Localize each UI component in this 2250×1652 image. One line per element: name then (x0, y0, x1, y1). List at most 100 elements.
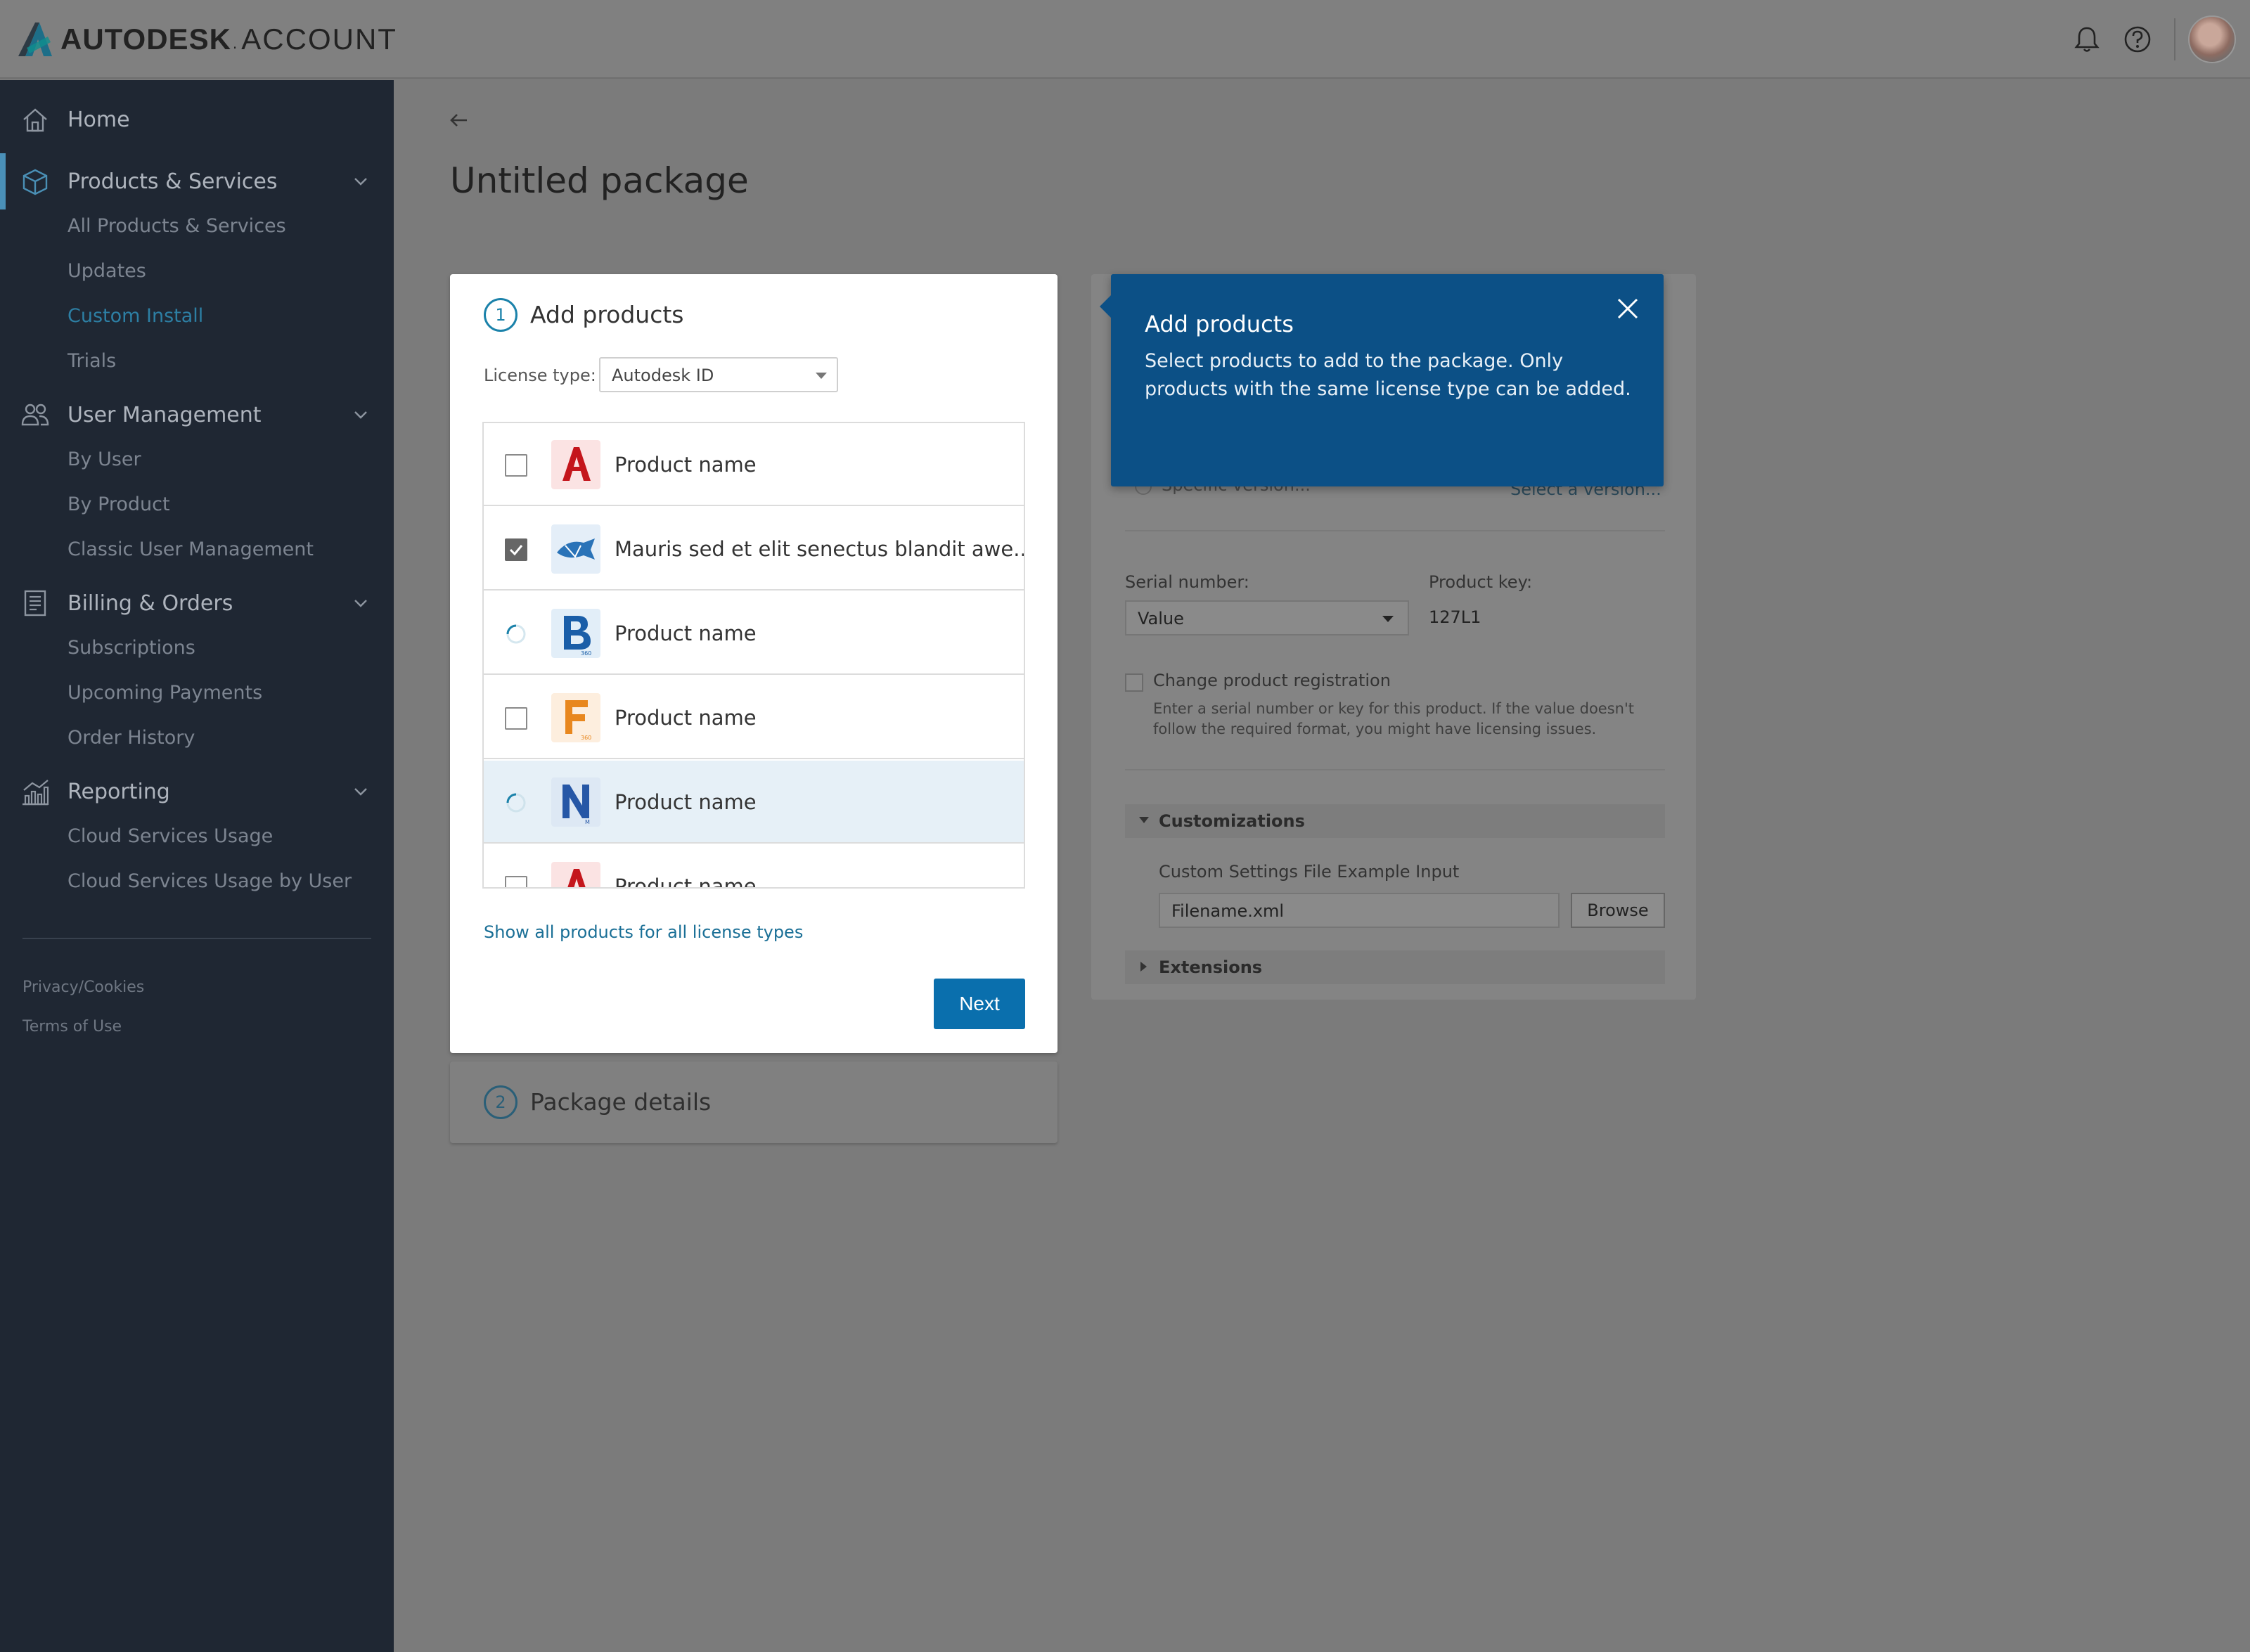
sidebar-item-label: Products & Services (68, 169, 278, 194)
sidebar-subitem-upcoming-payments[interactable]: Upcoming Payments (68, 682, 262, 704)
box-icon (22, 169, 48, 195)
sidebar-subitem-updates[interactable]: Updates (68, 260, 146, 282)
product-row[interactable]: 360 Product name (484, 676, 1024, 759)
license-type-value: Autodesk ID (612, 366, 714, 385)
product-name: Product name (615, 875, 757, 889)
product-row[interactable]: 360 Product name (484, 592, 1024, 675)
privacy-cookies-link[interactable]: Privacy/Cookies (22, 979, 144, 996)
product-checkbox[interactable] (505, 454, 527, 477)
sidebar-subitem-classic-user-management[interactable]: Classic User Management (68, 538, 314, 560)
active-indicator (0, 153, 6, 209)
chevron-down-icon[interactable] (352, 406, 370, 424)
customizations-accordion[interactable]: Customizations (1125, 804, 1665, 838)
page-title: Untitled package (450, 160, 749, 201)
sidebar-subitem-trials[interactable]: Trials (68, 350, 116, 372)
autocad-icon (551, 862, 600, 887)
fusion360-icon: 360 (551, 693, 600, 742)
license-type-select[interactable]: Autodesk ID (599, 357, 838, 392)
accordion-label: Extensions (1159, 957, 1263, 977)
sidebar-subitem-by-user[interactable]: By User (68, 449, 141, 470)
sidebar-item-home[interactable]: Home (0, 91, 394, 148)
next-button[interactable]: Next (934, 979, 1025, 1029)
show-all-products-link[interactable]: Show all products for all license types (484, 922, 803, 942)
filename-value: Filename.xml (1171, 901, 1285, 921)
autodesk-account-logo[interactable]: AUTODESK . ACCOUNT (17, 20, 397, 59)
close-icon[interactable] (1614, 295, 1641, 322)
autocad-icon (551, 440, 600, 489)
reporting-chart-icon (22, 780, 49, 806)
sidebar-subitem-subscriptions[interactable]: Subscriptions (68, 637, 195, 659)
step-number-badge: 1 (484, 298, 518, 332)
sidebar-subitem-by-product[interactable]: By Product (68, 493, 170, 515)
product-row[interactable]: Product name (484, 845, 1024, 889)
accordion-label: Customizations (1159, 811, 1305, 831)
product-checkbox-checked[interactable] (505, 538, 527, 561)
sidebar-subitem-order-history[interactable]: Order History (68, 727, 195, 749)
brand-name: AUTODESK (60, 22, 231, 56)
product-list[interactable]: Product name Mauris sed et elit senectus… (482, 422, 1025, 889)
caret-down-icon (816, 373, 827, 379)
chevron-down-icon[interactable] (352, 594, 370, 612)
autodesk-logo-icon (18, 22, 52, 56)
custom-settings-file-input[interactable]: Filename.xml (1159, 893, 1560, 928)
product-checkbox[interactable] (505, 707, 527, 730)
svg-text:360: 360 (581, 735, 591, 741)
license-type-label: License type: (484, 366, 596, 385)
brand-section: ACCOUNT (241, 22, 397, 56)
custom-settings-label: Custom Settings File Example Input (1159, 862, 1460, 882)
serial-number-label: Serial number: (1125, 572, 1249, 592)
add-products-title: Add products (530, 301, 684, 328)
change-registration-checkbox[interactable] (1125, 673, 1143, 692)
users-icon (21, 404, 49, 426)
bell-icon[interactable] (2071, 24, 2102, 55)
extensions-accordion[interactable]: Extensions (1125, 950, 1665, 984)
sidebar-item-label: Home (68, 107, 130, 132)
loading-spinner-icon (506, 624, 526, 644)
chevron-down-icon[interactable] (352, 782, 370, 801)
help-icon[interactable] (2122, 24, 2153, 55)
navisworks-icon: M (551, 777, 600, 827)
sidebar-subitem-custom-install[interactable]: Custom Install (68, 305, 203, 327)
tooltip-title: Add products (1145, 311, 1294, 337)
header-divider (2174, 18, 2175, 60)
serial-number-select[interactable]: Value (1125, 600, 1409, 635)
sidebar-item-billing-orders[interactable]: Billing & Orders (0, 575, 394, 631)
product-key-label: Product key: (1429, 572, 1533, 592)
sidebar-item-label: Billing & Orders (68, 591, 233, 616)
package-details-panel[interactable]: 2 Package details (450, 1061, 1058, 1143)
sidebar-item-reporting[interactable]: Reporting (0, 763, 394, 820)
check-icon (509, 545, 523, 556)
home-icon (23, 108, 47, 132)
sidebar-subitem-all-products[interactable]: All Products & Services (68, 215, 286, 237)
serial-number-value: Value (1138, 609, 1184, 628)
product-row-highlighted[interactable]: M Product name (484, 761, 1024, 844)
product-row[interactable]: Product name (484, 423, 1024, 506)
svg-text:360: 360 (581, 650, 591, 657)
product-row[interactable]: Mauris sed et elit senectus blandit awe.… (484, 508, 1024, 591)
avatar[interactable] (2188, 15, 2236, 63)
tooltip-pointer (1100, 295, 1111, 318)
product-name: Mauris sed et elit senectus blandit awe.… (615, 537, 1025, 561)
product-key-value: 127L1 (1429, 607, 1481, 627)
loading-spinner-icon (506, 793, 526, 813)
tooltip-body: Select products to add to the package. O… (1145, 350, 1631, 400)
change-registration-label: Change product registration (1153, 671, 1391, 690)
navisworks-fish-icon (551, 524, 600, 574)
sidebar-item-user-management[interactable]: User Management (0, 387, 394, 443)
bim360-icon: 360 (551, 609, 600, 658)
sidebar-divider (22, 938, 371, 939)
top-header: AUTODESK . ACCOUNT (0, 0, 2250, 79)
card-divider (1125, 769, 1665, 770)
sidebar-nav: Home Products & Services All Products & … (0, 80, 394, 1652)
package-details-title: Package details (530, 1088, 712, 1116)
change-registration-help: Enter a serial number or key for this pr… (1153, 700, 1634, 737)
sidebar-subitem-cloud-services-usage-by-user[interactable]: Cloud Services Usage by User (68, 870, 352, 892)
chevron-down-icon[interactable] (352, 172, 370, 191)
back-arrow-icon[interactable] (447, 108, 471, 132)
sidebar-subitem-cloud-services-usage[interactable]: Cloud Services Usage (68, 825, 273, 847)
sidebar-item-products-services[interactable]: Products & Services (0, 153, 394, 209)
terms-of-use-link[interactable]: Terms of Use (22, 1018, 122, 1035)
caret-down-icon (1139, 817, 1149, 823)
product-checkbox[interactable] (505, 876, 527, 887)
browse-button[interactable]: Browse (1571, 893, 1665, 928)
